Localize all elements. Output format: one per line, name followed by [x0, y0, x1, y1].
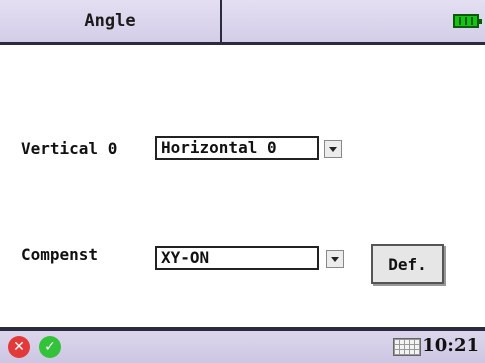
keyboard-icon[interactable]: [393, 338, 421, 356]
vertical-zero-label: Vertical 0: [21, 139, 118, 158]
tab-angle[interactable]: Angle: [0, 0, 222, 42]
compensate-select[interactable]: XY-ON: [155, 246, 319, 270]
clock-time: 10:21: [422, 335, 479, 356]
default-button[interactable]: Def.: [371, 244, 444, 284]
cancel-icon[interactable]: ✕: [8, 336, 30, 358]
vertical-zero-select[interactable]: Horizontal 0: [155, 136, 319, 160]
compensate-dropdown-arrow[interactable]: [326, 250, 344, 268]
compensate-label: Compenst: [21, 245, 99, 264]
vertical-zero-dropdown-arrow[interactable]: [324, 140, 342, 158]
status-bar: ✕ ✓ 10:21: [0, 327, 485, 363]
ok-icon[interactable]: ✓: [39, 336, 61, 358]
battery-full-icon: [453, 14, 482, 28]
title-bar: Angle: [0, 0, 485, 45]
